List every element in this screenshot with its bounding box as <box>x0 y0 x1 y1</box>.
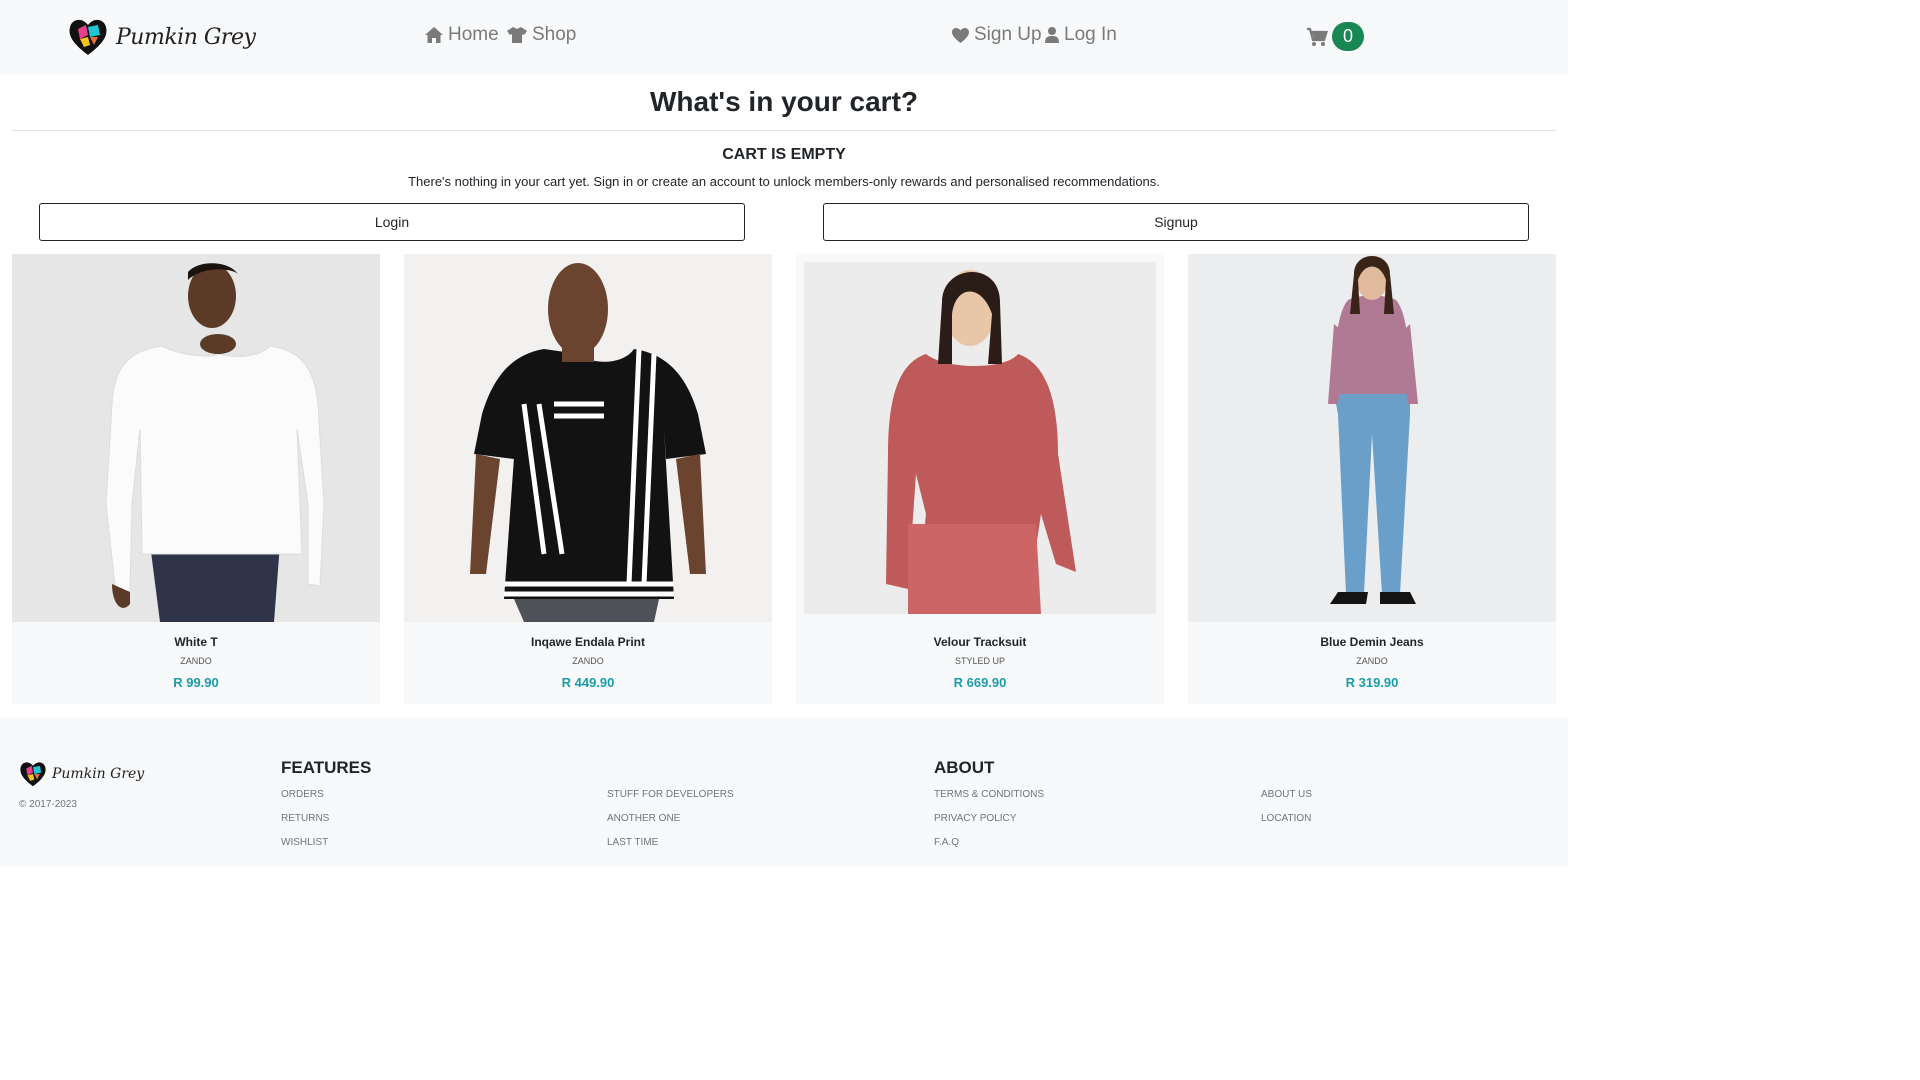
product-name[interactable]: White T <box>12 635 380 649</box>
product-brand: STYLED UP <box>954 656 1005 666</box>
product-name[interactable]: Velour Tracksuit <box>796 635 1164 649</box>
product-price: R 99.90 <box>173 675 219 690</box>
nav-shop-label: Shop <box>532 24 577 45</box>
product-name[interactable]: Inqawe Endala Print <box>404 635 772 649</box>
product-image[interactable] <box>1188 254 1556 622</box>
navbar: Pumkin Grey Home Shop Sign Up Log In 0 <box>0 0 1568 74</box>
footer-link-developers[interactable]: STUFF FOR DEVELOPERS <box>607 789 734 800</box>
product-image[interactable] <box>404 254 772 622</box>
footer-link-about-us[interactable]: ABOUT US <box>1261 789 1312 800</box>
footer: Pumkin Grey © 2017-2023 FEATURES ORDERS … <box>0 717 1568 867</box>
nav-signup-label: Sign Up <box>974 24 1042 45</box>
cart-empty-message: There's nothing in your cart yet. Sign i… <box>408 174 1160 189</box>
product-card[interactable]: Blue Demin Jeans ZANDO R 319.90 <box>1188 254 1556 704</box>
product-image[interactable] <box>12 254 380 622</box>
cart-empty-heading: CART IS EMPTY <box>722 146 846 163</box>
nav-login-link[interactable]: Log In <box>1044 24 1117 46</box>
product-brand: ZANDO <box>180 656 212 666</box>
nav-shop-link[interactable]: Shop <box>506 24 576 46</box>
cart-count-badge: 0 <box>1332 22 1364 51</box>
footer-link-orders[interactable]: ORDERS <box>281 789 324 800</box>
footer-logo[interactable]: Pumkin Grey <box>18 759 144 789</box>
page-title: What's in your cart? <box>649 86 919 117</box>
footer-link-another-one[interactable]: ANOTHER ONE <box>607 813 680 824</box>
about-heading: ABOUT <box>934 758 995 777</box>
cart-icon <box>1307 27 1328 46</box>
footer-link-last-time[interactable]: LAST TIME <box>607 837 658 848</box>
tshirt-icon <box>507 27 527 43</box>
logo-text: Pumkin Grey <box>116 24 256 50</box>
heart-icon <box>952 27 969 43</box>
brand-logo[interactable]: Pumkin Grey <box>66 15 256 59</box>
signup-button[interactable]: Signup <box>823 203 1529 241</box>
login-button[interactable]: Login <box>39 203 745 241</box>
copyright: © 2017-2023 <box>19 799 77 810</box>
user-icon <box>1045 27 1059 43</box>
product-image[interactable] <box>796 254 1164 622</box>
heart-logo-icon <box>20 762 46 787</box>
footer-link-wishlist[interactable]: WISHLIST <box>281 837 328 848</box>
product-price: R 449.90 <box>561 675 615 690</box>
features-heading: FEATURES <box>281 758 372 777</box>
product-price: R 669.90 <box>953 675 1007 690</box>
nav-home-label: Home <box>448 24 499 45</box>
product-brand: ZANDO <box>572 656 604 666</box>
product-brand: ZANDO <box>1356 656 1388 666</box>
product-name[interactable]: Blue Demin Jeans <box>1188 635 1556 649</box>
product-card[interactable]: Velour Tracksuit STYLED UP R 669.90 <box>796 254 1164 704</box>
footer-link-faq[interactable]: F.A.Q <box>934 837 959 848</box>
divider <box>12 130 1556 131</box>
nav-login-label: Log In <box>1064 24 1117 45</box>
product-card[interactable]: Inqawe Endala Print ZANDO R 449.90 <box>404 254 772 704</box>
nav-signup-link[interactable]: Sign Up <box>951 24 1042 46</box>
footer-logo-text: Pumkin Grey <box>52 766 145 782</box>
nav-home-link[interactable]: Home <box>424 24 499 46</box>
product-price: R 319.90 <box>1345 675 1399 690</box>
product-card[interactable]: White T ZANDO R 99.90 <box>12 254 380 704</box>
footer-link-terms[interactable]: TERMS & CONDITIONS <box>934 789 1044 800</box>
cart-button[interactable]: 0 <box>1306 22 1364 51</box>
footer-link-returns[interactable]: RETURNS <box>281 813 329 824</box>
footer-link-privacy[interactable]: PRIVACY POLICY <box>934 813 1016 824</box>
heart-logo-icon <box>69 19 107 55</box>
home-icon <box>425 27 443 43</box>
footer-link-location[interactable]: LOCATION <box>1261 813 1311 824</box>
